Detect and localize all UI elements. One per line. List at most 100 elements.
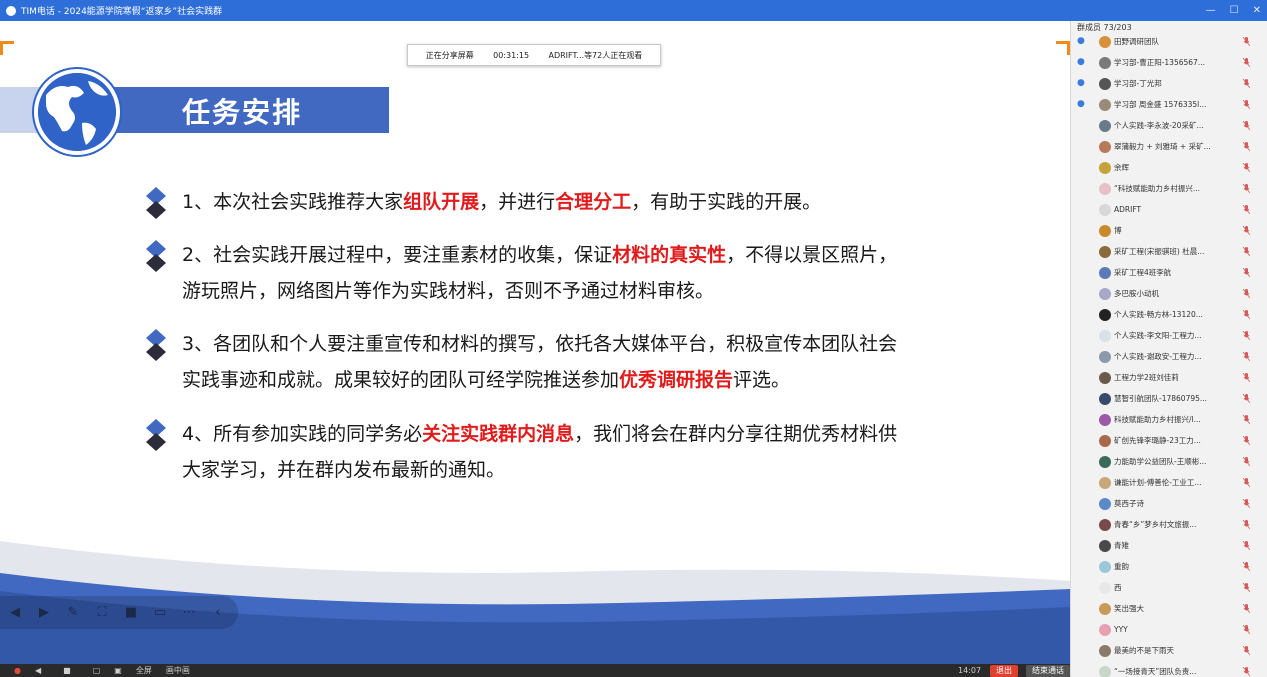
diamond-bullet-icon <box>146 240 166 272</box>
avatar <box>1099 644 1111 657</box>
avatar <box>1099 623 1111 636</box>
maximize-icon[interactable]: ☐ <box>1230 5 1239 16</box>
member-row[interactable]: 重韵 <box>1071 556 1267 577</box>
member-row[interactable]: ADRIFT <box>1071 199 1267 220</box>
diamond-bullet-icon <box>146 419 166 451</box>
member-row[interactable]: ● 学习部-丁光邦 <box>1071 73 1267 94</box>
avatar <box>1099 224 1111 237</box>
member-name: 笑出强大 <box>1114 604 1144 613</box>
admin-person-icon: ● <box>1077 35 1085 46</box>
member-spacer <box>1077 624 1089 636</box>
speaker-icon[interactable]: ◀ <box>35 666 41 675</box>
member-row[interactable]: 慧智引航团队-17860795... <box>1071 388 1267 409</box>
member-spacer <box>1077 519 1089 531</box>
member-spacer <box>1077 351 1089 363</box>
member-row[interactable]: 工程力学2班刘佳莉 <box>1071 367 1267 388</box>
member-spacer <box>1077 225 1089 237</box>
member-row[interactable]: 翠蒲毅力 + 刘雅琦 + 采矿... <box>1071 136 1267 157</box>
member-row[interactable]: 力能助学公益团队-王顺彬... <box>1071 451 1267 472</box>
member-spacer <box>1077 120 1089 132</box>
pip-button[interactable]: 画中画 <box>166 665 190 676</box>
member-row[interactable]: 博 <box>1071 220 1267 241</box>
member-spacer <box>1077 456 1089 468</box>
member-row[interactable]: 莫西子诗 <box>1071 493 1267 514</box>
pen-icon[interactable]: ✎ <box>64 604 82 622</box>
muted-mic-icon <box>1243 667 1250 676</box>
corner-bracket-top-right <box>1056 41 1070 55</box>
avatar <box>1099 665 1111 677</box>
member-row[interactable]: 个人实践-谢政安-工程力... <box>1071 346 1267 367</box>
member-spacer <box>1077 561 1089 573</box>
avatar <box>1099 182 1111 195</box>
member-row[interactable]: ● 田野调研团队 <box>1071 31 1267 52</box>
avatar <box>1099 119 1111 132</box>
member-name: 个人实践-畅方林-13120... <box>1114 310 1203 319</box>
screen-icon[interactable]: ▣ <box>114 666 122 675</box>
camera-icon[interactable]: ■ <box>122 604 140 622</box>
member-row[interactable]: 采矿工程4班李航 <box>1071 262 1267 283</box>
next-slide-icon[interactable]: ▶ <box>35 604 53 622</box>
member-row[interactable]: “科技赋能助力乡村振兴... <box>1071 178 1267 199</box>
member-spacer <box>1077 393 1089 405</box>
exit-button[interactable]: 退出 <box>990 665 1018 677</box>
muted-mic-icon <box>1243 499 1250 508</box>
avatar <box>1099 413 1111 426</box>
member-row[interactable]: 个人实践-李文阳-工程力... <box>1071 325 1267 346</box>
view-all-icon[interactable]: ⛶ <box>93 604 111 622</box>
member-row[interactable]: 谦能计划-傅善伦-工业工... <box>1071 472 1267 493</box>
member-row[interactable]: 多巴胺小动机 <box>1071 283 1267 304</box>
member-row[interactable]: 最美的不是下雨天 <box>1071 640 1267 661</box>
close-icon[interactable]: ✕ <box>1253 5 1261 16</box>
member-row[interactable]: ● 学习部-曹正阳-1356567... <box>1071 52 1267 73</box>
muted-mic-icon <box>1243 583 1250 592</box>
fullscreen-button[interactable]: 全屏 <box>136 665 152 676</box>
muted-mic-icon <box>1243 100 1250 109</box>
muted-mic-icon <box>1243 310 1250 319</box>
member-row[interactable]: 个人实践-畅方林-13120... <box>1071 304 1267 325</box>
collapse-icon[interactable]: ‹ <box>209 604 227 622</box>
camera-off-icon[interactable]: ■ <box>63 666 71 675</box>
member-spacer <box>1077 183 1089 195</box>
member-name: 矿创先锋李璐静-23工力... <box>1114 436 1201 445</box>
member-spacer <box>1077 246 1089 258</box>
member-row[interactable]: 科技赋能助力乡村振兴/l... <box>1071 409 1267 430</box>
item-highlight: 合理分工 <box>555 191 632 213</box>
avatar <box>1099 35 1111 48</box>
muted-mic-icon <box>1243 289 1250 298</box>
member-name: 个人实践-李永波-20采矿... <box>1114 121 1204 130</box>
item-text: 1、本次社会实践推荐大家 <box>182 191 404 213</box>
member-name: 个人实践-李文阳-工程力... <box>1114 331 1202 340</box>
member-name: 学习部-丁光邦 <box>1114 79 1162 88</box>
member-row[interactable]: 青春“乡”梦乡村文旅振... <box>1071 514 1267 535</box>
end-call-button[interactable]: 结束通话 <box>1026 665 1070 677</box>
member-row[interactable]: ● 学习部 周金盛 1576335l... <box>1071 94 1267 115</box>
minimize-icon[interactable]: — <box>1206 5 1216 16</box>
previous-slide-icon[interactable]: ◀ <box>6 604 24 622</box>
member-spacer <box>1077 162 1089 174</box>
member-row[interactable]: 笑出强大 <box>1071 598 1267 619</box>
member-spacer <box>1077 330 1089 342</box>
mic-icon[interactable]: ● <box>14 666 21 675</box>
muted-mic-icon <box>1243 394 1250 403</box>
share-icon[interactable]: ▢ <box>93 666 101 675</box>
muted-mic-icon <box>1243 268 1250 277</box>
member-row[interactable]: YYY <box>1071 619 1267 640</box>
more-icon[interactable]: ⋯ <box>180 604 198 622</box>
member-spacer <box>1077 582 1089 594</box>
member-row[interactable]: 青雉 <box>1071 535 1267 556</box>
member-row[interactable]: 余辉 <box>1071 157 1267 178</box>
slide-item-2: 2、社会实践开展过程中，要注重素材的收集，保证材料的真实性，不得以景区照片，游玩… <box>146 237 906 309</box>
avatar <box>1099 539 1111 552</box>
member-name: “科技赋能助力乡村振兴... <box>1114 184 1201 193</box>
member-spacer <box>1077 666 1089 677</box>
subtitle-icon[interactable]: ▭ <box>151 604 169 622</box>
member-row[interactable]: 矿创先锋李璐静-23工力... <box>1071 430 1267 451</box>
avatar <box>1099 455 1111 468</box>
member-spacer <box>1077 414 1089 426</box>
member-row[interactable]: 采矿工程(宋振骐班) 杜晨... <box>1071 241 1267 262</box>
avatar <box>1099 371 1111 384</box>
member-row[interactable]: 个人实践-李永波-20采矿... <box>1071 115 1267 136</box>
muted-mic-icon <box>1243 226 1250 235</box>
member-row[interactable]: 西 <box>1071 577 1267 598</box>
member-row[interactable]: “一场接青天”团队负责... <box>1071 661 1267 677</box>
